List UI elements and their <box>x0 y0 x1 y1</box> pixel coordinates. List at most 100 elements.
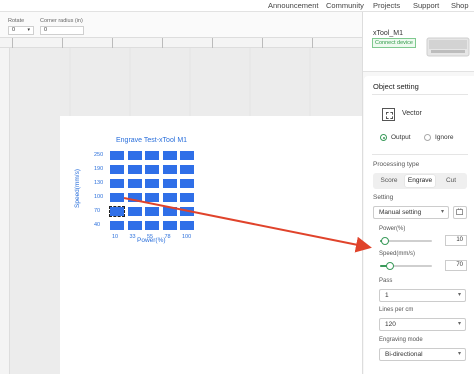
test-title: Engrave Test-xTool M1 <box>116 137 188 144</box>
y-tick-label: 70 <box>94 208 101 214</box>
speed-value: 70 <box>456 262 463 268</box>
selected-test-swatch[interactable] <box>109 206 125 217</box>
design-canvas[interactable]: Engrave Test-xTool M1 Speed(mm/s) Power(… <box>10 48 362 374</box>
x-tick-label: 10 <box>112 234 119 240</box>
pass-value: 1 <box>385 292 389 299</box>
ruler-tick <box>262 38 263 48</box>
engrave-test-swatch[interactable] <box>110 179 124 188</box>
engrave-test-swatch[interactable] <box>110 193 124 202</box>
engrave-test-swatch[interactable] <box>162 207 177 216</box>
engrave-test-swatch[interactable] <box>110 151 124 160</box>
corner-radius-label: Corner radius (in) <box>40 18 83 24</box>
tab-engrave[interactable]: Engrave <box>405 175 435 187</box>
engrave-test-swatch[interactable] <box>110 165 124 174</box>
speed-label: Speed(mm/s) <box>379 251 416 257</box>
chevron-down-icon: ▾ <box>457 321 461 327</box>
machine-image <box>426 37 470 57</box>
speed-input[interactable]: 70 <box>445 260 467 271</box>
corner-radius-input[interactable]: 0 <box>40 26 84 35</box>
engrave-test-swatch[interactable] <box>127 151 142 160</box>
engrave-test-swatch[interactable] <box>145 193 159 202</box>
engrave-test-swatch[interactable] <box>127 221 142 230</box>
x-tick-label: 55 <box>147 234 154 240</box>
engrave-test-swatch[interactable] <box>145 179 159 188</box>
y-tick-label: 40 <box>94 222 101 228</box>
power-slider[interactable] <box>380 237 432 245</box>
ignore-radio[interactable] <box>424 134 431 141</box>
tab-score[interactable]: Score <box>375 175 403 187</box>
engrave-test-swatch[interactable] <box>145 221 159 230</box>
engrave-test-swatch[interactable] <box>145 207 159 216</box>
pass-label: Pass <box>379 278 393 284</box>
y-tick-label: 250 <box>94 152 104 158</box>
ignore-label[interactable]: Ignore <box>435 134 453 141</box>
engrave-test-swatch[interactable] <box>180 193 194 202</box>
engrave-test-swatch[interactable] <box>162 165 177 174</box>
y-tick-label: 100 <box>94 194 104 200</box>
lines-per-cm-value: 120 <box>385 321 396 328</box>
engrave-test-swatch[interactable] <box>180 165 194 174</box>
nav-announcement[interactable]: Announcement <box>268 1 318 10</box>
power-input[interactable]: 10 <box>445 235 467 246</box>
speed-slider[interactable] <box>380 262 432 270</box>
object-settings: Object setting Vector Output Ignore Proc… <box>364 76 474 374</box>
engrave-test-swatch[interactable] <box>162 151 177 160</box>
engrave-test-swatch[interactable] <box>145 151 159 160</box>
output-label[interactable]: Output <box>391 134 411 141</box>
engrave-test-swatch[interactable] <box>145 165 159 174</box>
divider <box>372 154 468 155</box>
engrave-test-swatch[interactable] <box>127 193 142 202</box>
engrave-test-swatch[interactable] <box>127 165 142 174</box>
engraving-mode-label: Engraving mode <box>379 337 423 343</box>
rotate-input[interactable]: 0 ▾ <box>8 26 34 35</box>
y-tick-label: 190 <box>94 166 104 172</box>
y-tick-label: 130 <box>94 180 104 186</box>
right-panel: xTool_M1 Connect device Object setting V… <box>362 12 474 374</box>
material-library-button[interactable] <box>453 206 467 219</box>
engrave-test-swatch[interactable] <box>110 221 124 230</box>
ruler-tick <box>12 38 13 48</box>
chevron-down-icon: ▾ <box>457 351 461 357</box>
setting-mode-select[interactable]: Manual setting ▾ <box>373 206 449 219</box>
processing-type-tabs: Score Engrave Cut <box>373 173 467 189</box>
lines-per-cm-label: Lines per cm <box>379 307 414 313</box>
engrave-test-swatch[interactable] <box>162 221 177 230</box>
work-area <box>60 116 362 374</box>
rotate-label: Rotate <box>8 18 25 24</box>
nav-shop[interactable]: Shop <box>451 1 469 10</box>
engrave-test-swatch[interactable] <box>180 221 194 230</box>
rotate-value: 0 <box>12 27 16 33</box>
pass-input[interactable]: 1 ▾ <box>379 289 466 302</box>
speed-slider-thumb[interactable] <box>385 262 394 270</box>
power-slider-thumb[interactable] <box>381 237 390 245</box>
lines-per-cm-select[interactable]: 120 ▾ <box>379 318 466 331</box>
divider <box>372 94 468 95</box>
nav-support[interactable]: Support <box>413 1 439 10</box>
setting-title: Setting <box>373 194 394 201</box>
tab-cut[interactable]: Cut <box>437 175 465 187</box>
engraving-mode-select[interactable]: Bi-directional ▾ <box>379 348 466 361</box>
output-radio[interactable] <box>380 134 387 141</box>
ruler-tick <box>162 38 163 48</box>
connect-device-button[interactable]: Connect device <box>372 38 416 48</box>
object-type-label: Vector <box>402 110 422 117</box>
engrave-test-swatch[interactable] <box>162 193 177 202</box>
corner-radius-value: 0 <box>44 27 48 33</box>
power-value: 10 <box>456 237 463 243</box>
engrave-test-swatch[interactable] <box>180 151 194 160</box>
nav-projects[interactable]: Projects <box>373 1 400 10</box>
engrave-test-swatch[interactable] <box>162 179 177 188</box>
ruler-tick <box>312 38 313 48</box>
engrave-test-swatch[interactable] <box>127 179 142 188</box>
chevron-down-icon: ▾ <box>457 292 461 298</box>
nav-community[interactable]: Community <box>326 1 364 10</box>
engrave-test-swatch[interactable] <box>180 179 194 188</box>
x-tick-label: 33 <box>129 234 136 240</box>
engrave-test-swatch[interactable] <box>127 207 142 216</box>
vertical-ruler <box>0 48 10 374</box>
vector-icon <box>382 108 395 121</box>
stepper-icon[interactable]: ▾ <box>27 27 30 34</box>
engrave-test-swatch[interactable] <box>180 207 194 216</box>
y-axis-label: Speed(mm/s) <box>74 168 81 208</box>
setting-mode-value: Manual setting <box>379 209 422 216</box>
